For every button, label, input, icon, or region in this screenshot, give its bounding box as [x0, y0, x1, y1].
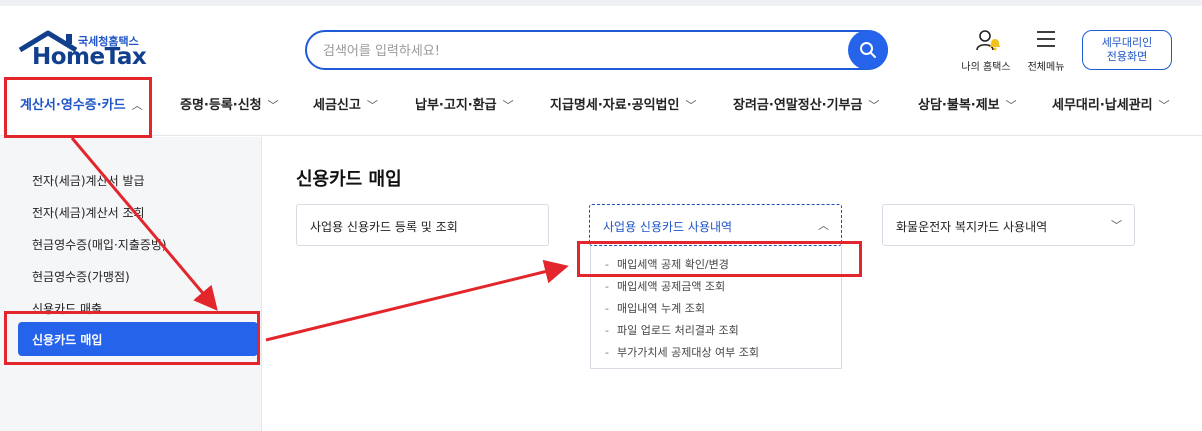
hometax-page: 국세청홈택스 HomeTax 나의 홈택스 전체메뉴 세무대리인 전용화면 — [0, 0, 1202, 431]
annotation-arrows — [70, 137, 569, 342]
arrow-sidebar-to-submenu — [265, 259, 569, 342]
arrow-gnb-to-sidebar — [70, 137, 218, 311]
